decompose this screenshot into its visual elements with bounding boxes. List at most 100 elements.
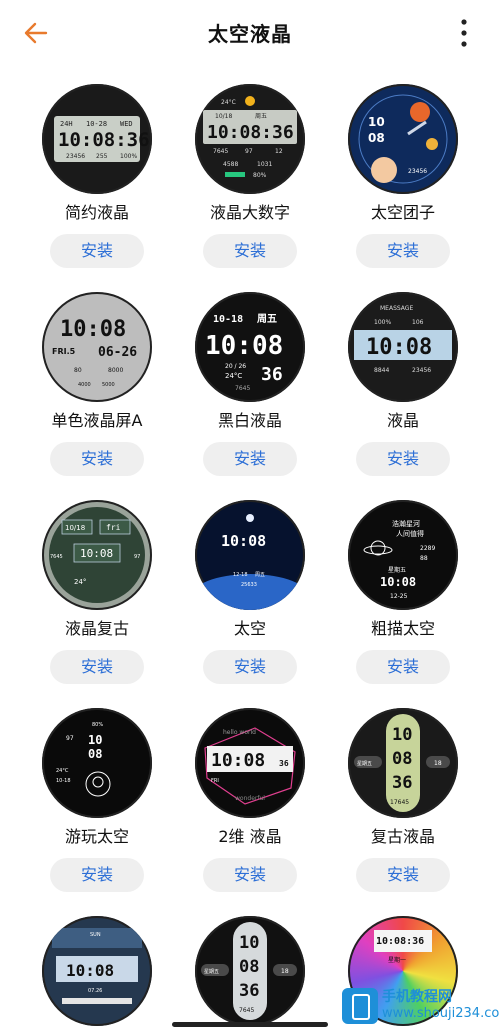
- top-bar: 太空液晶: [0, 0, 500, 64]
- lcd-time: 10:08: [60, 317, 126, 342]
- lcd-text: 7645: [50, 554, 63, 560]
- lcd-text: 5000: [102, 382, 115, 388]
- lcd-text: FRI: [211, 778, 219, 784]
- lcd-text: 24°C: [56, 768, 69, 774]
- watch-face-card[interactable]: 10 08 36 星期五 18 17645 复古液晶 安装: [323, 708, 483, 892]
- lcd-text: FRI.5: [52, 347, 76, 356]
- watch-face-thumbnail[interactable]: 10:08 12-18 周五 25633: [195, 500, 305, 610]
- install-button[interactable]: 安装: [203, 858, 297, 892]
- lcd-text: hello world: [223, 729, 256, 736]
- lcd-text: 10: [392, 725, 412, 745]
- lcd-text: 8844: [374, 367, 389, 374]
- watch-face-card[interactable]: 10 08 36 星期五 18 7645: [170, 916, 330, 1026]
- watch-face-card[interactable]: 10:08 FRI.5 06-26 80 8000 4000 5000 单色液晶…: [17, 292, 177, 476]
- lcd-text: 06-26: [98, 345, 137, 360]
- watch-face-card[interactable]: 80% 97 10 08 24°C 10-18 游玩太空 安装: [17, 708, 177, 892]
- install-button[interactable]: 安装: [203, 234, 297, 268]
- watch-face-card[interactable]: 浩瀚星河 人间值得 2289 88 星期五 10:08 12-25 粗描太空 安…: [323, 500, 483, 684]
- watch-face-card[interactable]: SUN 10:08 07.26: [17, 916, 177, 1026]
- install-button[interactable]: 安装: [203, 650, 297, 684]
- lcd-time: 10:08: [366, 335, 432, 360]
- lcd-text: 36: [239, 981, 259, 1001]
- lcd-text: 24H: [60, 120, 73, 128]
- watch-face-card[interactable]: 10-18 周五 10:08 20 / 26 24°C 36 7645 黑白液晶…: [170, 292, 330, 476]
- watch-face-thumbnail[interactable]: 10 08 36 星期五 18 17645: [348, 708, 458, 818]
- watch-face-card[interactable]: 24°C 10/18 周五 10:08:36 7645 97 12 4588 1…: [170, 84, 330, 268]
- watch-face-thumbnail[interactable]: 24°C 10/18 周五 10:08:36 7645 97 12 4588 1…: [195, 84, 305, 194]
- lcd-text: 10: [368, 115, 385, 129]
- watch-face-name: 液晶大数字: [209, 203, 290, 222]
- watch-face-name: 单色液晶屏A: [51, 411, 143, 430]
- lcd-text: 255: [96, 153, 108, 160]
- lcd-text: 12-18: [233, 572, 248, 578]
- lcd-text: SUN: [90, 932, 101, 938]
- lcd-text: 36: [279, 759, 289, 768]
- lcd-time: 10:08:36: [207, 122, 294, 143]
- watch-face-thumbnail[interactable]: 10 08 23456: [348, 84, 458, 194]
- watch-face-card[interactable]: 24H 10-28 WED 10:08:36 23456 255 100% 简约…: [17, 84, 177, 268]
- lcd-text: 2289: [420, 545, 435, 552]
- lcd-text: 12-25: [390, 593, 408, 600]
- watch-face-name: 粗描太空: [370, 619, 435, 638]
- lcd-text: 36: [261, 364, 283, 385]
- install-button[interactable]: 安装: [50, 858, 144, 892]
- watch-face-card[interactable]: 10/18 fri 7645 97 10:08 24° 液晶复古 安装: [17, 500, 177, 684]
- install-button[interactable]: 安装: [356, 234, 450, 268]
- lcd-text: 7645: [239, 1007, 254, 1014]
- watch-face-thumbnail[interactable]: 10:08 FRI.5 06-26 80 8000 4000 5000: [42, 292, 152, 402]
- watch-face-thumbnail[interactable]: 80% 97 10 08 24°C 10-18: [42, 708, 152, 818]
- install-button[interactable]: 安装: [50, 650, 144, 684]
- install-button[interactable]: 安装: [203, 442, 297, 476]
- lcd-text: 88: [420, 555, 428, 562]
- install-button[interactable]: 安装: [50, 234, 144, 268]
- lcd-text: 星期五: [204, 969, 219, 975]
- watch-face-thumbnail[interactable]: hello world 10:08 36 FRI wonderful: [195, 708, 305, 818]
- lcd-text: 106: [412, 319, 424, 326]
- watch-face-thumbnail[interactable]: SUN 10:08 07.26: [42, 916, 152, 1026]
- lcd-text: 24°C: [221, 99, 236, 106]
- lcd-text: 星期一: [388, 956, 406, 964]
- lcd-text: 10: [239, 933, 259, 953]
- home-indicator[interactable]: [172, 1022, 328, 1027]
- lcd-time: 10:08: [211, 750, 265, 771]
- watch-face-card[interactable]: 10:08 12-18 周五 25633 太空 安装: [170, 500, 330, 684]
- watch-face-thumbnail[interactable]: 10 08 36 星期五 18 7645: [195, 916, 305, 1026]
- lcd-text: wonderful: [235, 795, 265, 802]
- lcd-text: 23456: [412, 367, 431, 374]
- lcd-time: 10:08:36: [58, 129, 150, 151]
- lcd-text: 07.26: [88, 988, 102, 994]
- watch-face-name: 游玩太空: [64, 827, 129, 846]
- install-button[interactable]: 安装: [356, 858, 450, 892]
- install-button[interactable]: 安装: [356, 442, 450, 476]
- watch-face-card[interactable]: hello world 10:08 36 FRI wonderful 2维 液晶…: [170, 708, 330, 892]
- watch-face-name: 液晶复古: [64, 619, 129, 638]
- watermark-title: 手机教程网: [382, 989, 452, 1005]
- watermark: 手机教程网 www.shouji234.com: [342, 984, 500, 1028]
- watch-face-thumbnail[interactable]: 浩瀚星河 人间值得 2289 88 星期五 10:08 12-25: [348, 500, 458, 610]
- lcd-text: 36: [392, 773, 412, 793]
- lcd-text: 10-28: [86, 120, 107, 128]
- watch-face-thumbnail[interactable]: MEASSAGE 100% 106 10:08 8844 23456: [348, 292, 458, 402]
- lcd-text: 7645: [213, 148, 228, 155]
- watch-face-thumbnail[interactable]: 10/18 fri 7645 97 10:08 24°: [42, 500, 152, 610]
- lcd-text: 18: [434, 760, 442, 767]
- lcd-text: 97: [66, 735, 74, 742]
- install-button[interactable]: 安装: [356, 650, 450, 684]
- watch-face-thumbnail[interactable]: 10-18 周五 10:08 20 / 26 24°C 36 7645: [195, 292, 305, 402]
- watch-face-card[interactable]: 10 08 23456 太空团子 安装: [323, 84, 483, 268]
- watch-face-thumbnail[interactable]: 24H 10-28 WED 10:08:36 23456 255 100%: [42, 84, 152, 194]
- lcd-text: 97: [245, 148, 253, 155]
- lcd-text: 周五: [257, 313, 277, 325]
- more-vertical-icon[interactable]: [458, 16, 470, 50]
- watch-face-name: 复古液晶: [370, 827, 435, 846]
- lcd-text: 7645: [235, 385, 250, 392]
- watch-face-name: 太空: [233, 619, 266, 638]
- lcd-text: 20 / 26: [225, 363, 246, 370]
- watch-face-card[interactable]: MEASSAGE 100% 106 10:08 8844 23456 液晶 安装: [323, 292, 483, 476]
- watch-face-name: 液晶: [386, 411, 419, 430]
- install-button[interactable]: 安装: [50, 442, 144, 476]
- watch-face-name: 黑白液晶: [217, 411, 282, 430]
- lcd-time: 10:08: [66, 961, 114, 980]
- lcd-text: 人间值得: [396, 529, 424, 538]
- watch-face-name: 简约液晶: [64, 203, 129, 222]
